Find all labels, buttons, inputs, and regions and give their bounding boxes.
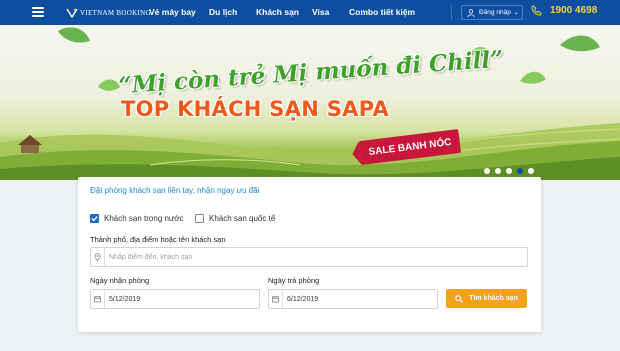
hotel-search-panel: Đặt phòng khách sạn liền tay, nhận ngay … [78,177,541,332]
top-nav-bar: VIETNAM BOOKING Vé máy bay Du lịch Khách… [0,0,620,25]
login-label: Đăng nhập [479,9,511,16]
nav-tours[interactable]: Du lịch [209,7,237,17]
promo-banner[interactable]: “Mị còn trẻ Mị muốn đi Chill” TOP KHÁCH … [0,25,620,180]
chevron-down-icon: ⌄ [513,10,519,16]
check-icon [91,216,98,222]
nav-combo[interactable]: Combo tiết kiệm [349,7,415,17]
search-icon [455,294,463,303]
checkin-date-value: 5/12/2019 [109,295,141,303]
search-hotel-button[interactable]: Tìm khách sạn [446,289,527,308]
hamburger-icon[interactable] [32,7,44,17]
domestic-hotel-checkbox[interactable]: Khách sạn trong nước [90,214,184,223]
login-button[interactable]: Đăng nhập ⌄ [461,5,523,20]
carousel-dot-active[interactable] [517,168,523,174]
destination-label: Thành phố, địa điểm hoặc tên khách sạn [90,235,226,244]
carousel-dot[interactable] [506,168,512,174]
checkbox-checked[interactable] [90,214,99,223]
carousel-dot[interactable] [495,168,501,174]
destination-input[interactable]: Nhập điểm đến, khách sạn [90,247,528,267]
nav-visa[interactable]: Visa [312,7,329,17]
hotline[interactable]: 1900 4698 [531,5,597,16]
calendar-icon [91,290,105,308]
banner-headline: TOP KHÁCH SẠN SAPA [121,97,390,121]
international-hotel-checkbox[interactable]: Khách sạn quốc tế [195,214,275,223]
logo-icon [66,8,78,18]
checkout-date-value: 6/12/2019 [287,295,319,303]
carousel-dot[interactable] [484,168,490,174]
checkout-label: Ngày trả phòng [268,276,320,285]
nav-flights[interactable]: Vé máy bay [149,7,196,17]
checkout-date-input[interactable]: 6/12/2019 [268,289,438,309]
carousel-dots [484,168,534,174]
international-hotel-label: Khách sạn quốc tế [209,214,276,223]
checkin-date-input[interactable]: 5/12/2019 [90,289,260,309]
search-tagline: Đặt phòng khách sạn liền tay, nhận ngay … [90,186,260,195]
domestic-hotel-label: Khách sạn trong nước [104,214,184,223]
location-pin-icon [91,248,105,266]
user-icon [467,8,475,17]
checkbox-unchecked[interactable] [195,214,204,223]
phone-number: 1900 4698 [550,5,598,16]
carousel-dot[interactable] [528,168,534,174]
checkin-label: Ngày nhận phòng [90,276,150,285]
nav-hotels[interactable]: Khách sạn [256,7,299,17]
search-button-label: Tìm khách sạn [469,295,518,302]
destination-placeholder: Nhập điểm đến, khách sạn [109,253,193,261]
calendar-icon [269,290,283,308]
logo-text: VIETNAM BOOKING [80,8,151,17]
phone-icon [531,5,542,16]
logo[interactable]: VIETNAM BOOKING [66,6,151,19]
nav-divider [451,5,452,20]
